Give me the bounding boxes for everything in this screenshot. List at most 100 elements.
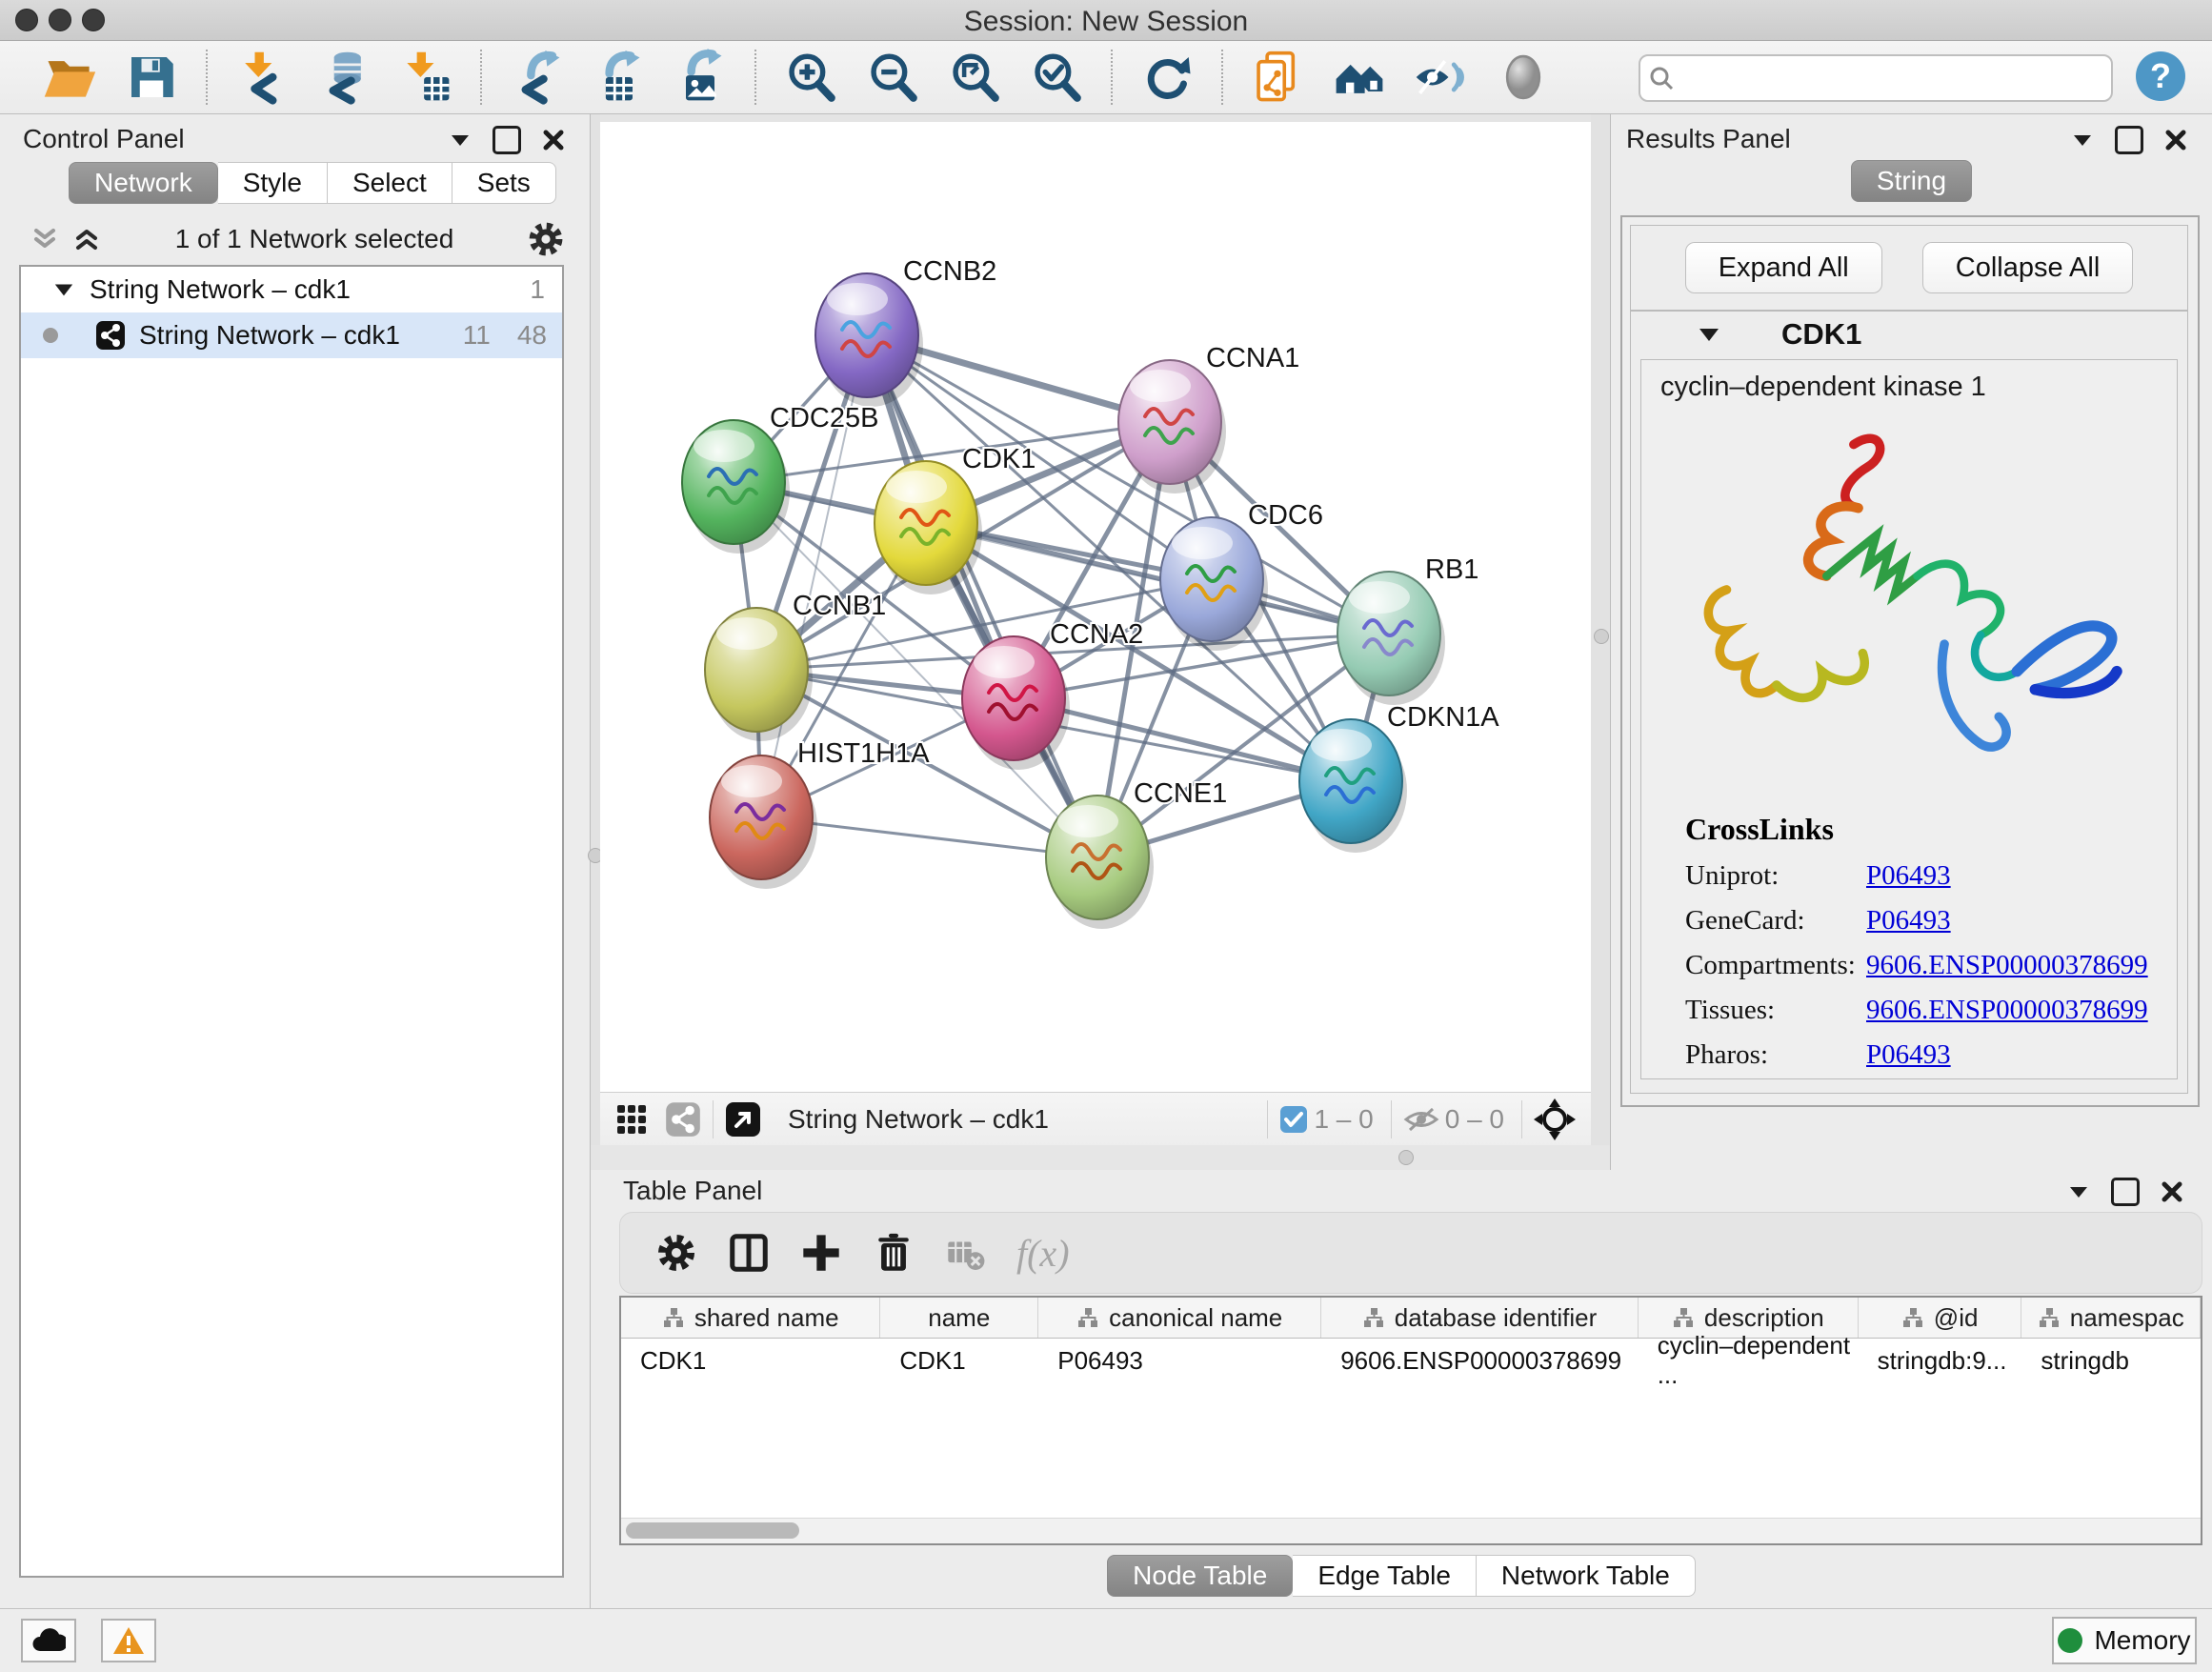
import-table-icon[interactable] [395,47,456,108]
open-file-icon[interactable] [39,47,100,108]
panel-float-icon[interactable] [493,126,521,154]
search-input[interactable] [1682,58,2111,98]
home-networks-icon[interactable] [1329,47,1390,108]
crosslink-link[interactable]: P06493 [1866,860,1951,892]
panel-menu-icon[interactable] [2071,129,2094,151]
collection-collapse-icon[interactable] [53,279,74,300]
window-title: Session: New Session [0,6,2212,38]
horizontal-splitter-grip[interactable] [1398,1150,1414,1165]
panel-close-icon[interactable] [2164,129,2187,151]
zoom-fit-icon[interactable] [944,47,1005,108]
table-hscrollbar-thumb[interactable] [626,1522,799,1539]
panel-float-icon[interactable] [2111,1178,2140,1206]
network-collection-row[interactable]: String Network – cdk1 1 [21,267,562,312]
tab-edge-table[interactable]: Edge Table [1293,1555,1477,1597]
table-cell[interactable]: CDK1 [621,1339,880,1382]
tab-sets[interactable]: Sets [452,162,556,204]
warning-button[interactable] [101,1619,156,1662]
table-cell[interactable]: stringdb:9... [1859,1339,2022,1382]
node-label-CDK1: CDK1 [962,444,1036,474]
network-node-CCNB2[interactable]: CCNB2 [815,256,996,407]
graphics-detail-icon[interactable] [1493,47,1554,108]
tab-network-table[interactable]: Network Table [1477,1555,1696,1597]
memory-button[interactable]: Memory [2052,1617,2197,1664]
network-node-CCNB1[interactable]: CCNB1 [705,591,886,741]
network-node-CDKN1A[interactable]: CDKN1A [1299,702,1499,853]
collapse-all-button[interactable]: Collapse All [1922,242,2134,293]
delete-column-icon[interactable] [872,1231,915,1275]
crosslink-link[interactable]: P06493 [1866,1039,1951,1071]
column-header-namespac[interactable]: namespac [2021,1298,2201,1338]
tab-style[interactable]: Style [218,162,328,204]
collapse-all-tree-icon[interactable] [29,223,61,255]
help-button[interactable]: ? [2136,51,2185,101]
table-cell[interactable]: 9606.ENSP00000378699 [1321,1339,1638,1382]
left-splitter[interactable] [591,114,600,1145]
export-table-icon[interactable] [588,47,649,108]
column-header--id[interactable]: @id [1859,1298,2022,1338]
panel-float-icon[interactable] [2115,126,2143,154]
cloud-button[interactable] [21,1619,76,1662]
table-cell[interactable]: CDK1 [880,1339,1038,1382]
tab-node-table[interactable]: Node Table [1107,1555,1293,1597]
export-image-icon[interactable] [670,47,731,108]
network-node-HIST1H1A[interactable]: HIST1H1A [710,738,930,889]
column-header-database-identifier[interactable]: database identifier [1321,1298,1639,1338]
import-database-icon[interactable] [313,47,374,108]
save-session-icon[interactable] [121,47,182,108]
expand-all-button[interactable]: Expand All [1685,242,1882,293]
crosslink-link[interactable]: P06493 [1866,905,1951,937]
selected-checkbox-icon[interactable] [1279,1105,1308,1134]
table-hscrollbar[interactable] [621,1518,2201,1543]
table-cell[interactable]: cyclin–dependent ... [1639,1339,1859,1382]
gene-collapse-icon[interactable] [1698,323,1720,346]
string-import-icon[interactable] [1247,47,1308,108]
panel-menu-icon[interactable] [449,129,472,151]
warning-icon [112,1626,145,1655]
column-header-canonical-name[interactable]: canonical name [1038,1298,1321,1338]
right-splitter-grip[interactable] [1594,629,1609,644]
hidden-eye-icon[interactable] [1403,1105,1439,1134]
string-view-icon[interactable] [665,1101,701,1138]
panel-close-icon[interactable] [542,129,565,151]
zoom-out-icon[interactable] [862,47,923,108]
table-settings-gear-icon[interactable] [654,1231,698,1275]
panel-menu-icon[interactable] [2067,1180,2090,1203]
import-network-icon[interactable] [231,47,292,108]
detach-view-icon[interactable] [725,1101,761,1138]
zoom-selected-icon[interactable] [1026,47,1087,108]
zoom-in-icon[interactable] [780,47,841,108]
column-header-shared-name[interactable]: shared name [621,1298,880,1338]
horizontal-splitter[interactable] [600,1145,1610,1170]
crosslink-link[interactable]: 9606.ENSP00000378699 [1866,950,2148,981]
show-columns-icon[interactable] [727,1231,771,1275]
add-column-icon[interactable] [799,1231,843,1275]
network-canvas[interactable]: CCNB2CCNA1CDC25BCDK1CDC6RB1CCNB1CCNA2CDK… [600,122,1591,1092]
panel-close-icon[interactable] [2161,1180,2183,1203]
crosslink-link[interactable]: 9606.ENSP00000378699 [1866,995,2148,1026]
network-edge-CCNB2-CCNE1[interactable] [867,335,1097,857]
hide-unhide-icon[interactable] [1411,47,1472,108]
column-header-name[interactable]: name [880,1298,1038,1338]
expand-all-tree-icon[interactable] [70,223,103,255]
network-node-RB1[interactable]: RB1 [1337,554,1478,705]
table-cell[interactable]: stringdb [2021,1339,2201,1382]
network-node-CCNA1[interactable]: CCNA1 [1118,343,1299,494]
delete-table-icon[interactable] [944,1231,988,1275]
refresh-view-icon[interactable] [1136,47,1197,108]
export-network-icon[interactable] [506,47,567,108]
grid-view-icon[interactable] [615,1103,648,1136]
tab-string-results[interactable]: String [1851,160,1972,202]
table-row[interactable]: CDK1CDK1P064939606.ENSP00000378699cyclin… [621,1339,2201,1382]
network-row[interactable]: String Network – cdk1 11 48 [21,312,562,358]
network-node-CDC6[interactable]: CDC6 [1160,500,1323,651]
network-node-CDK1[interactable]: CDK1 [875,444,1036,594]
right-splitter[interactable] [1591,114,1610,1145]
birdseye-crosshair-icon[interactable] [1534,1098,1576,1140]
table-cell[interactable]: P06493 [1038,1339,1321,1382]
network-options-gear-icon[interactable] [526,219,566,259]
search-box[interactable] [1639,54,2113,102]
tab-network[interactable]: Network [69,162,218,204]
node-table[interactable]: shared namenamecanonical namedatabase id… [619,1296,2202,1545]
tab-select[interactable]: Select [328,162,452,204]
